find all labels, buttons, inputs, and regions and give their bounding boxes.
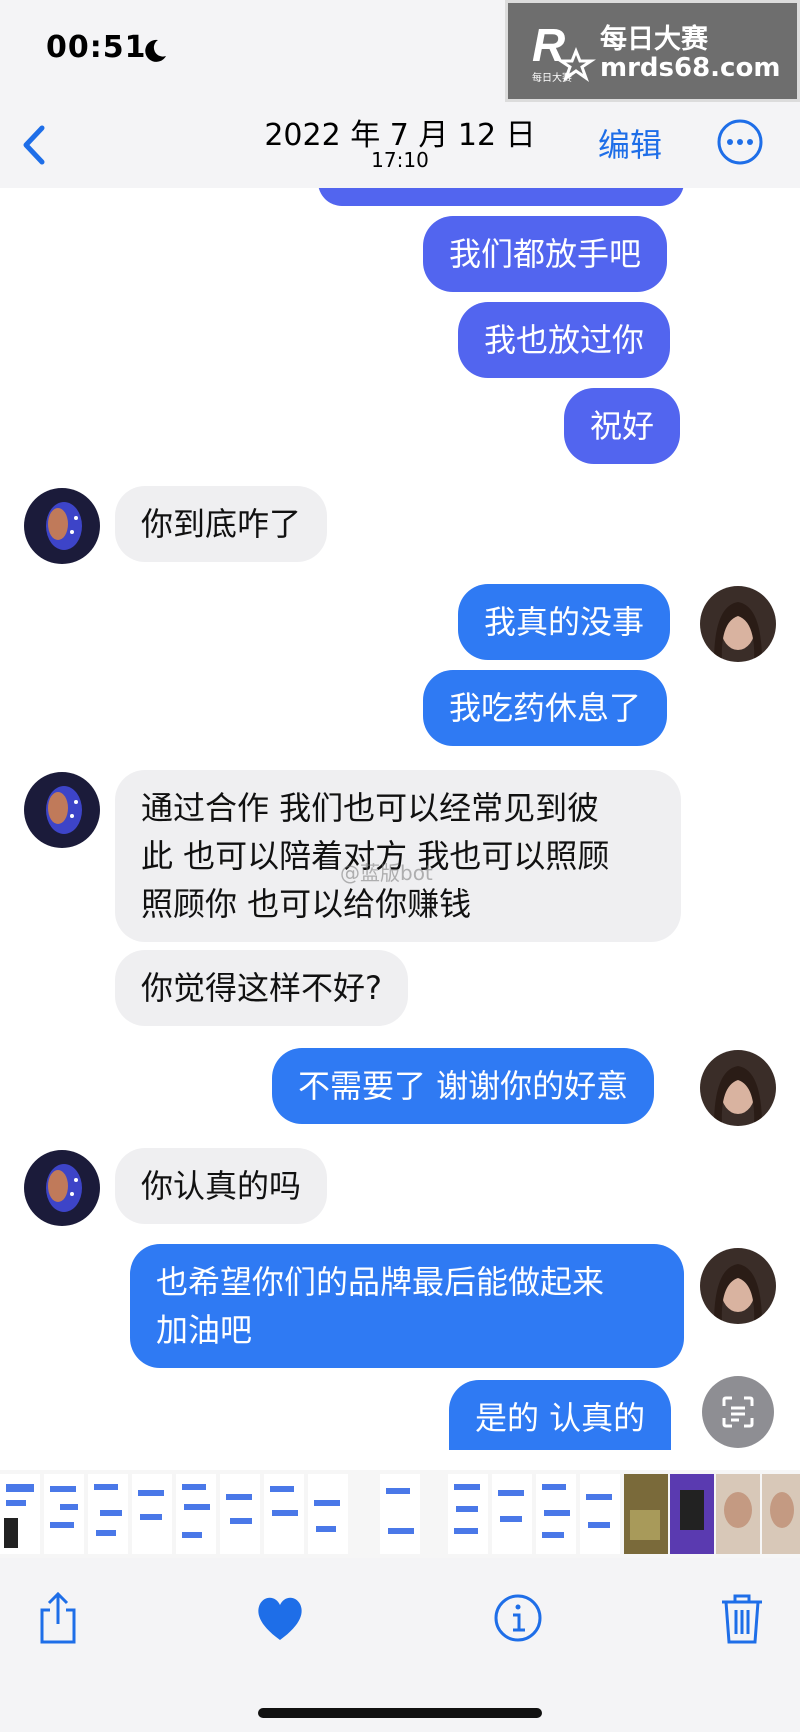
message-line: 也希望你们的品牌最后能做起来	[156, 1263, 605, 1301]
live-text-scan-icon[interactable]	[702, 1376, 774, 1448]
message-bubble: 我也放过你	[458, 302, 671, 378]
navigation-bar: 2022 年 7 月 12 日 17:10 编辑	[0, 104, 800, 189]
photo-time: 17:10	[371, 148, 429, 172]
svg-text:R: R	[532, 19, 565, 71]
user-avatar	[700, 586, 776, 662]
message-bubble: 我们都放手吧	[423, 216, 668, 292]
message-bubble: 是的 认真的	[449, 1380, 672, 1450]
share-icon[interactable]	[28, 1588, 88, 1648]
contact-avatar	[24, 488, 100, 564]
message-bubble: 我吃药休息了	[423, 670, 668, 746]
more-options-icon[interactable]	[716, 118, 764, 166]
home-indicator[interactable]	[258, 1708, 542, 1718]
bottom-toolbar	[0, 1558, 800, 1732]
message-bubble: 祝好	[564, 388, 681, 464]
thumbnail-strip[interactable]	[0, 1470, 800, 1558]
watermark-banner: R 每日大赛 每日大赛 mrds68.com	[505, 0, 800, 102]
thumbnail-images[interactable]	[0, 1470, 800, 1558]
message-bubble-multiline: 也希望你们的品牌最后能做起来 加油吧	[130, 1244, 684, 1368]
contact-avatar	[24, 1150, 100, 1226]
watermark-url: mrds68.com	[600, 53, 781, 83]
message-bubble: 不需要了 谢谢你的好意	[272, 1048, 655, 1124]
watermark-logo: R 每日大赛	[532, 19, 596, 84]
moon-icon	[145, 39, 166, 62]
trash-icon[interactable]	[712, 1588, 772, 1648]
user-avatar	[700, 1248, 776, 1324]
edit-button[interactable]: 编辑	[598, 120, 662, 166]
message-bubble: 你觉得这样不好?	[115, 950, 408, 1026]
status-time: 00:51	[46, 30, 147, 65]
chat-screenshot: 我们都放手吧 我也放过你 祝好 你到底咋了 我真的没事 我吃药休息了 通过合作 …	[0, 188, 800, 1450]
info-icon[interactable]	[488, 1588, 548, 1648]
message-bubble: 你认真的吗	[115, 1148, 328, 1224]
watermark-title: 每日大赛	[600, 24, 708, 55]
message-bubble: 我真的没事	[458, 584, 671, 660]
message-bubble-multiline: 通过合作 我们也可以经常见到彼 此 也可以陪着对方 我也可以照顾 照顾你 也可以…	[115, 770, 681, 942]
message-line: 通过合作 我们也可以经常见到彼	[141, 789, 600, 827]
svg-text:每日大赛: 每日大赛	[532, 71, 572, 84]
user-avatar	[700, 1050, 776, 1126]
message-bubble: 你到底咋了	[115, 486, 328, 562]
message-line: 照顾你 也可以给你赚钱	[141, 885, 472, 923]
weibo-watermark: @蓝版bot	[340, 861, 433, 885]
contact-avatar	[24, 772, 100, 848]
message-line: 加油吧	[156, 1311, 253, 1349]
heart-icon[interactable]	[250, 1588, 310, 1648]
message-bubble-partial	[318, 188, 684, 206]
